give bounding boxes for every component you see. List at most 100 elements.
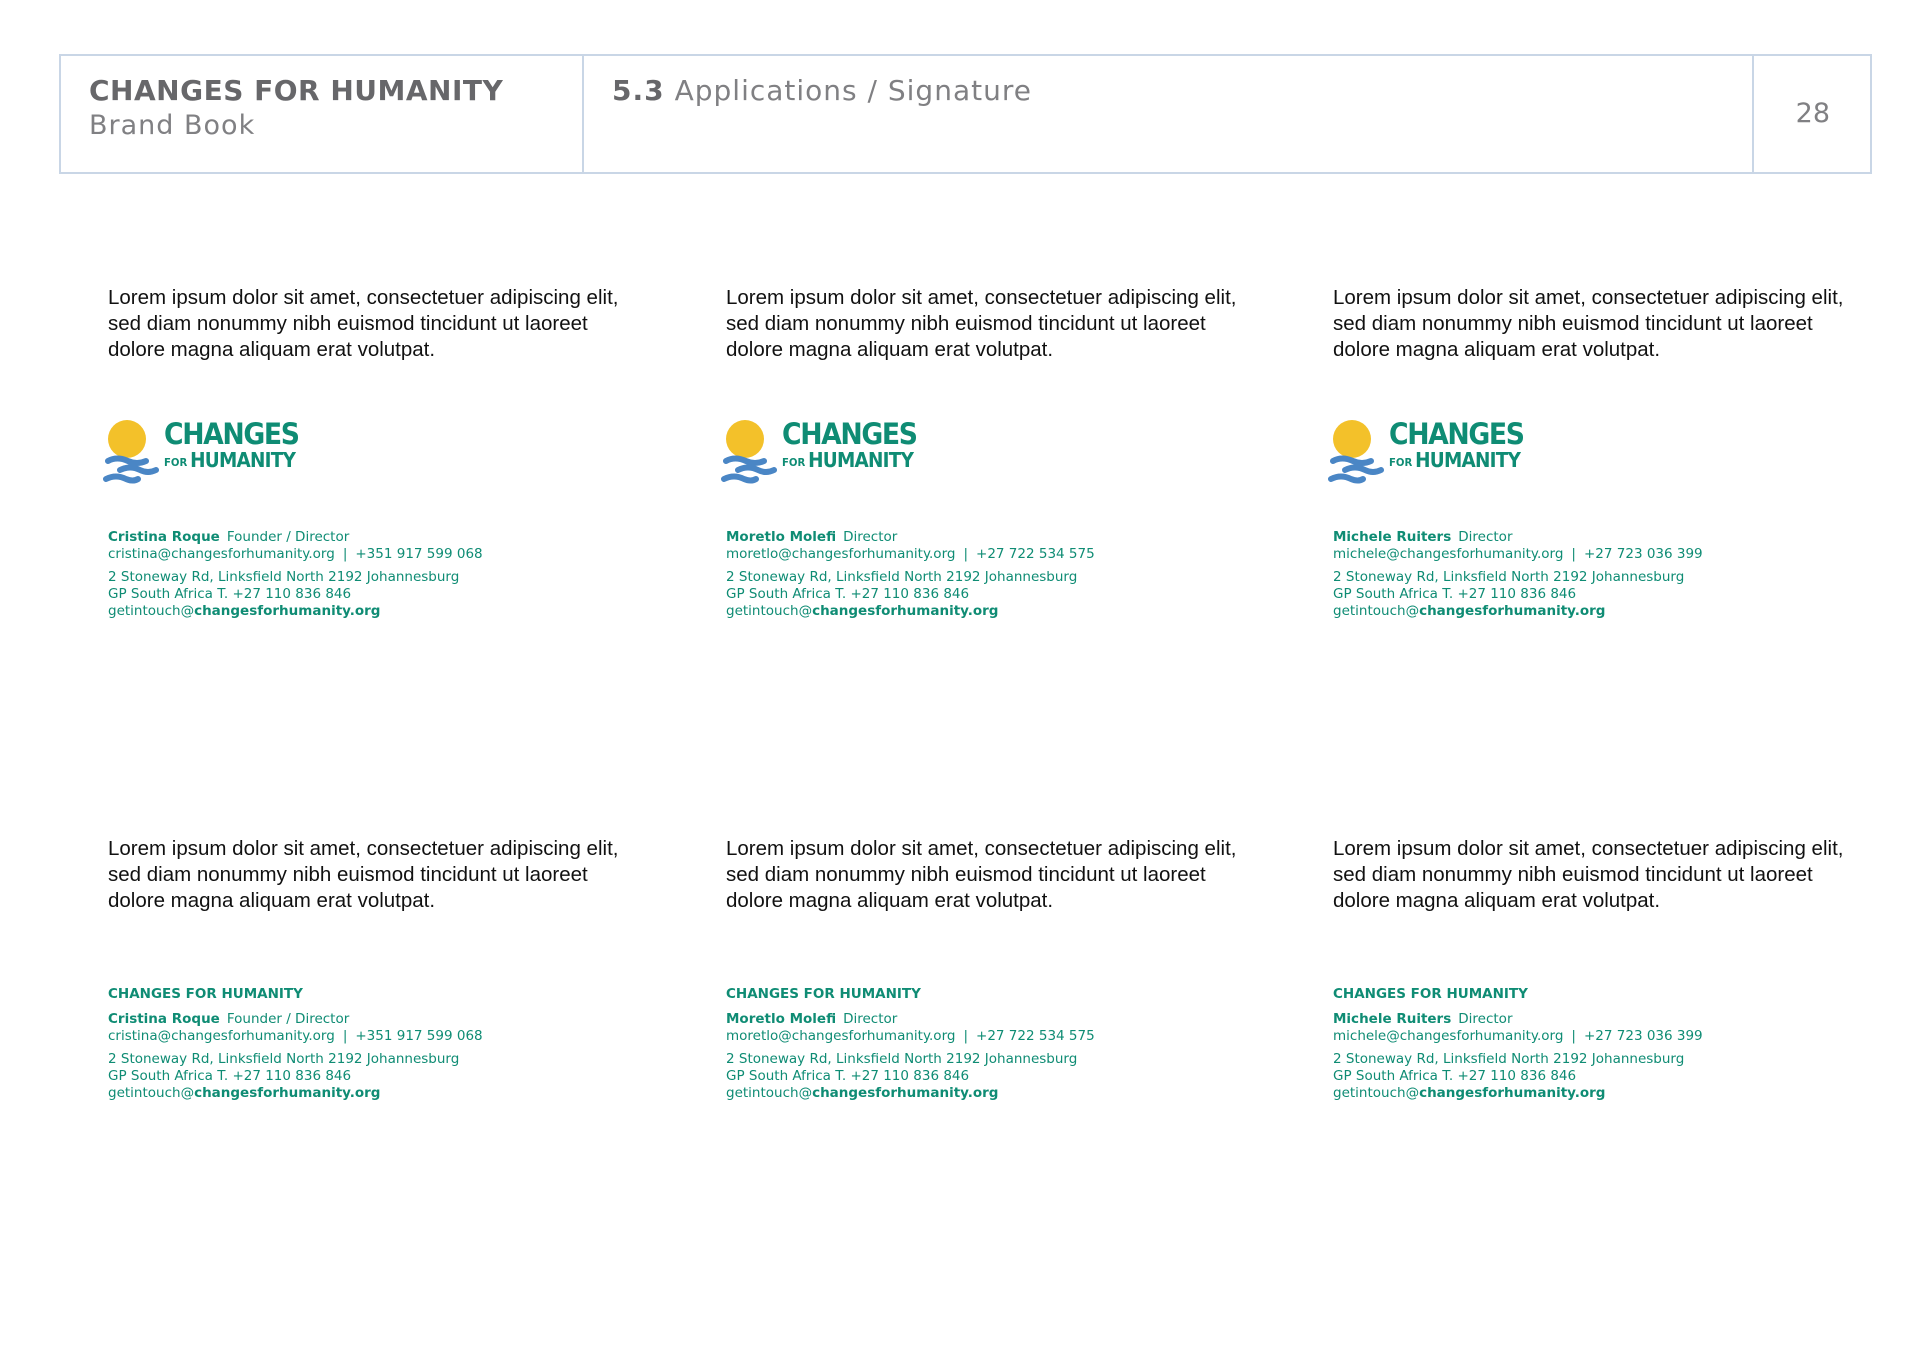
general-email[interactable]: getintouch@changesforhumanity.org xyxy=(108,603,483,620)
address-line-1: 2 Stoneway Rd, Linksfield North 2192 Joh… xyxy=(108,1051,460,1067)
address-line-2: GP South Africa T. +27 110 836 846 xyxy=(1333,586,1577,602)
general-email-prefix: getintouch@ xyxy=(1333,1085,1420,1101)
signature-logo-michele: Lorem ipsum dolor sit amet, consectetuer… xyxy=(1328,285,1873,619)
logo-wordmark: CHANGES FOR HUMANITY xyxy=(782,417,928,471)
signature-text-michele: Lorem ipsum dolor sit amet, consectetuer… xyxy=(1333,836,1873,1101)
signature-logo-moretlo: Lorem ipsum dolor sit amet, consectetuer… xyxy=(721,285,1266,619)
general-email[interactable]: getintouch@changesforhumanity.org xyxy=(1333,1085,1703,1102)
logo-word-for: FOR xyxy=(1389,456,1413,469)
person-phone: +351 917 599 068 xyxy=(355,1028,483,1044)
person-email[interactable]: michele@changesforhumanity.org xyxy=(1333,546,1563,562)
logo-word-humanity: HUMANITY xyxy=(190,448,296,472)
separator: | xyxy=(963,546,969,562)
address-line-2: GP South Africa T. +27 110 836 846 xyxy=(1333,1068,1577,1084)
person-email[interactable]: michele@changesforhumanity.org xyxy=(1333,1028,1563,1044)
changes-for-humanity-logo: CHANGES FOR HUMANITY xyxy=(102,419,300,489)
person-name: Michele Ruiters xyxy=(1333,529,1452,545)
address-line-2: GP South Africa T. +27 110 836 846 xyxy=(108,586,352,602)
changes-for-humanity-logo: CHANGES FOR HUMANITY xyxy=(720,419,918,489)
changes-for-humanity-logo: CHANGES FOR HUMANITY xyxy=(1327,419,1525,489)
signature-lorem-text: Lorem ipsum dolor sit amet, consectetuer… xyxy=(108,286,619,361)
logo-word-changes: CHANGES xyxy=(782,417,918,451)
general-email-prefix: getintouch@ xyxy=(108,1085,195,1101)
general-email[interactable]: getintouch@changesforhumanity.org xyxy=(726,603,1095,620)
address-line-1: 2 Stoneway Rd, Linksfield North 2192 Joh… xyxy=(1333,1051,1685,1067)
person-email[interactable]: cristina@changesforhumanity.org xyxy=(108,546,335,562)
logo-wordmark: CHANGES FOR HUMANITY xyxy=(1389,417,1535,471)
logo-word-line2: FOR HUMANITY xyxy=(1389,450,1524,470)
person-contact-line: cristina@changesforhumanity.org | +351 917… xyxy=(108,546,483,563)
contact-details: Moretlo Molefi Director moretlo@changesfo… xyxy=(726,529,1095,620)
person-line: Cristina Roque Founder / Director xyxy=(108,529,483,546)
logo-word-for: FOR xyxy=(782,456,806,469)
person-email[interactable]: moretlo@changesforhumanity.org xyxy=(726,546,955,562)
header-section-cell: 5.3 Applications / Signature xyxy=(584,56,1754,172)
signature-lorem-text: Lorem ipsum dolor sit amet, consectetuer… xyxy=(1333,286,1844,361)
page-header: CHANGES FOR HUMANITY Brand Book 5.3 Appli… xyxy=(59,54,1872,174)
person-phone: +351 917 599 068 xyxy=(355,546,483,562)
person-contact-line: moretlo@changesforhumanity.org | +27 722 5… xyxy=(726,546,1095,563)
address-line-2: GP South Africa T. +27 110 836 846 xyxy=(108,1068,352,1084)
address-line-2: GP South Africa T. +27 110 836 846 xyxy=(726,586,970,602)
logo-wordmark: CHANGES FOR HUMANITY xyxy=(164,420,310,471)
address-line-1: 2 Stoneway Rd, Linksfield North 2192 Joh… xyxy=(108,569,460,585)
person-role: Founder / Director xyxy=(226,1011,350,1027)
contact-details: CHANGES FOR HUMANITY Michele Ruiters Dire… xyxy=(1333,986,1703,1102)
person-name: Moretlo Molefi xyxy=(726,1011,837,1027)
general-email[interactable]: getintouch@changesforhumanity.org xyxy=(1333,603,1703,620)
org-name: CHANGES FOR HUMANITY xyxy=(108,986,303,1002)
signature-text-cristina: Lorem ipsum dolor sit amet, consectetuer… xyxy=(108,836,648,1101)
person-email[interactable]: moretlo@changesforhumanity.org xyxy=(726,1028,955,1044)
signature-lorem-text: Lorem ipsum dolor sit amet, consectetuer… xyxy=(1333,837,1844,912)
person-line: Moretlo Molefi Director xyxy=(726,1011,1095,1028)
person-contact-line: moretlo@changesforhumanity.org | +27 722 5… xyxy=(726,1028,1095,1045)
section-title: 5.3 Applications / Signature xyxy=(612,74,1032,107)
logo-word-line2: FOR HUMANITY xyxy=(164,450,299,470)
address-line-2: GP South Africa T. +27 110 836 846 xyxy=(726,1068,970,1084)
person-contact-line: michele@changesforhumanity.org | +27 723 0… xyxy=(1333,1028,1703,1045)
general-email[interactable]: getintouch@changesforhumanity.org xyxy=(726,1085,1095,1102)
signature-lorem-text: Lorem ipsum dolor sit amet, consectetuer… xyxy=(726,286,1237,361)
separator: | xyxy=(1571,1028,1576,1044)
general-email-domain: changesforhumanity.org xyxy=(1419,1085,1606,1101)
person-contact-line: michele@changesforhumanity.org | +27 723 0… xyxy=(1333,546,1703,563)
signature-text-moretlo: Lorem ipsum dolor sit amet, consectetuer… xyxy=(726,836,1266,1101)
brand-name: CHANGES FOR HUMANITY xyxy=(89,74,504,107)
contact-details: CHANGES FOR HUMANITY Cristina Roque Found… xyxy=(108,986,483,1102)
general-email-domain: changesforhumanity.org xyxy=(194,1085,381,1101)
general-email-prefix: getintouch@ xyxy=(108,603,195,619)
logo-word-changes: CHANGES xyxy=(1389,417,1525,451)
sun-water-icon xyxy=(1328,420,1384,484)
person-role: Director xyxy=(1458,529,1513,545)
signature-lorem-text: Lorem ipsum dolor sit amet, consectetuer… xyxy=(726,837,1237,912)
person-line: Cristina Roque Founder / Director xyxy=(108,1011,483,1028)
sun-water-icon xyxy=(721,420,777,484)
person-name: Cristina Roque xyxy=(108,1011,220,1027)
person-phone: +27 722 534 575 xyxy=(976,1028,1095,1044)
person-line: Moretlo Molefi Director xyxy=(726,529,1095,546)
contact-details: Michele Ruiters Director michele@changesf… xyxy=(1333,529,1703,620)
general-email[interactable]: getintouch@changesforhumanity.org xyxy=(108,1085,483,1102)
person-name: Cristina Roque xyxy=(108,529,220,545)
person-name: Michele Ruiters xyxy=(1333,1011,1452,1027)
person-contact-line: cristina@changesforhumanity.org | +351 917… xyxy=(108,1028,483,1045)
general-email-prefix: getintouch@ xyxy=(1333,603,1420,619)
section-name: Applications / Signature xyxy=(674,74,1032,107)
general-email-domain: changesforhumanity.org xyxy=(1419,603,1606,619)
separator: | xyxy=(1571,546,1576,562)
person-email[interactable]: cristina@changesforhumanity.org xyxy=(108,1028,335,1044)
person-name: Moretlo Molefi xyxy=(726,529,837,545)
brand-subtitle: Brand Book xyxy=(89,110,256,141)
section-number: 5.3 xyxy=(612,74,665,107)
separator: | xyxy=(963,1028,969,1044)
person-line: Michele Ruiters Director xyxy=(1333,529,1703,546)
logo-word-humanity: HUMANITY xyxy=(1415,448,1521,472)
address-line-1: 2 Stoneway Rd, Linksfield North 2192 Joh… xyxy=(726,569,1078,585)
logo-word-for: FOR xyxy=(164,456,188,469)
address-line-1: 2 Stoneway Rd, Linksfield North 2192 Joh… xyxy=(1333,569,1685,585)
signature-logo-cristina: Lorem ipsum dolor sit amet, consectetuer… xyxy=(103,285,648,619)
header-brand-cell: CHANGES FOR HUMANITY Brand Book xyxy=(61,56,584,172)
separator: | xyxy=(342,1028,348,1044)
general-email-prefix: getintouch@ xyxy=(726,1085,813,1101)
person-phone: +27 723 036 399 xyxy=(1583,1028,1703,1044)
